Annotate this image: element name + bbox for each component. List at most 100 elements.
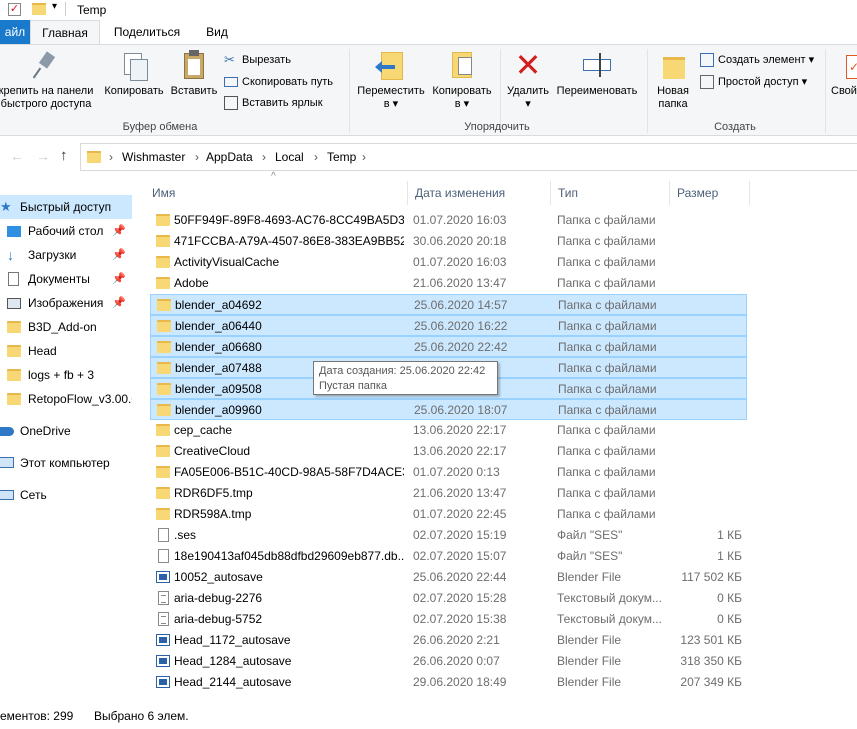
nav-item-label: Head — [28, 344, 57, 358]
copy-path-button[interactable]: Скопировать путь — [224, 73, 333, 91]
nav-item-head[interactable]: Head — [0, 339, 132, 363]
back-arrow-icon[interactable]: ← — [10, 148, 24, 164]
nav-network[interactable]: Сеть — [0, 483, 132, 507]
status-bar: ементов: 299 Выбрано 6 элем. — [0, 705, 857, 729]
properties-button[interactable]: ✓ Свой — [828, 49, 857, 98]
file-row[interactable]: Adobe 21.06.2020 13:47 Папка с файлами — [150, 273, 747, 294]
file-row[interactable]: ActivityVisualCache 01.07.2020 16:03 Папка… — [150, 252, 747, 273]
file-row[interactable]: 50FF949F-89F8-4693-AC76-8CC49BA5D352 01.0… — [150, 210, 747, 231]
tooltip-empty-folder: Пустая папка — [319, 380, 388, 392]
up-arrow-icon[interactable]: ↑ — [60, 147, 68, 164]
address-bar[interactable]: › Wishmaster › AppData › Local › Temp › — [80, 143, 857, 171]
delete-x-icon: ✕ — [514, 47, 542, 83]
folder-icon — [156, 508, 170, 520]
pin-quick-access-button[interactable]: крепить на панели быстрого доступа — [0, 49, 98, 111]
forward-arrow-icon[interactable]: → — [36, 148, 50, 164]
column-header-size[interactable]: Размер — [670, 181, 750, 205]
file-type: Папка с файлами — [557, 444, 656, 458]
folder-icon — [157, 341, 171, 353]
nav-item-pictures[interactable]: Изображения 📌 — [0, 291, 132, 315]
folder-icon — [7, 393, 21, 405]
file-row[interactable]: 18e190413af045db88dfbd29609eb877.db.... 0… — [150, 546, 747, 567]
file-row[interactable]: cep_cache 13.06.2020 22:17 Папка с файлами — [150, 420, 747, 441]
blender-file-icon — [156, 571, 170, 583]
nav-item-desktop[interactable]: Рабочий стол 📌 — [0, 219, 132, 243]
copy-to-button[interactable]: Копировать в ▾ — [428, 49, 496, 111]
organize-group-label: Упорядочить — [464, 121, 530, 133]
file-row[interactable]: RDR6DF5.tmp 21.06.2020 13:47 Папка с файла… — [150, 483, 747, 504]
easy-access-icon — [700, 75, 714, 90]
folder-icon[interactable] — [32, 3, 46, 15]
new-folder-button[interactable]: Новая папка — [652, 49, 694, 111]
chevron-right-icon[interactable]: › — [109, 150, 113, 164]
dropdown-icon[interactable]: ▾ — [52, 1, 57, 12]
nav-onedrive-label: OneDrive — [20, 424, 71, 438]
cut-button[interactable]: ✂ Вырезать — [224, 51, 291, 69]
paste-button[interactable]: Вставить — [168, 49, 220, 98]
tab-view[interactable]: Вид — [196, 20, 238, 44]
rename-button[interactable]: Переименовать — [552, 49, 642, 98]
file-row[interactable]: aria-debug-2276 02.07.2020 15:28 Текстовый… — [150, 588, 747, 609]
breadcrumb-wishmaster[interactable]: Wishmaster — [122, 150, 185, 164]
breadcrumb-local[interactable]: Local — [275, 150, 304, 164]
file-name: 50FF949F-89F8-4693-AC76-8CC49BA5D352 — [174, 213, 404, 227]
paste-shortcut-button[interactable]: Вставить ярлык — [224, 94, 323, 112]
chevron-right-icon[interactable]: › — [262, 150, 266, 164]
file-row[interactable]: Head_1284_autosave 26.06.2020 0:07 Blender… — [150, 651, 747, 672]
nav-this-pc[interactable]: Этот компьютер — [0, 451, 132, 475]
tab-file[interactable]: айл — [0, 20, 30, 44]
nav-item-label: RetopoFlow_v3.00.0 — [28, 392, 132, 406]
pin-icon: 📌 — [112, 225, 126, 237]
file-size: 117 502 КБ — [681, 570, 742, 584]
column-header-date[interactable]: Дата изменения — [408, 181, 551, 205]
file-row[interactable]: FA05E006-B51C-40CD-98A5-58F7D4ACE3... 01.… — [150, 462, 747, 483]
tab-home[interactable]: Главная — [30, 20, 100, 44]
nav-item-downloads[interactable]: ↓ Загрузки 📌 — [0, 243, 132, 267]
breadcrumb-appdata[interactable]: AppData — [206, 150, 253, 164]
file-row[interactable]: 471FCCBA-A79A-4507-86E8-383EA9BB52... 30.… — [150, 231, 747, 252]
folder-icon — [157, 383, 171, 395]
file-row[interactable]: Head_1172_autosave 26.06.2020 2:21 Blender… — [150, 630, 747, 651]
file-type: Папка с файлами — [558, 382, 657, 396]
nav-item-b3d-addon[interactable]: B3D_Add-on — [0, 315, 132, 339]
file-row[interactable]: CreativeCloud 13.06.2020 22:17 Папка с фай… — [150, 441, 747, 462]
file-row[interactable]: .ses 02.07.2020 15:19 Файл "SES" 1 КБ — [150, 525, 747, 546]
file-row[interactable]: blender_a06440 25.06.2020 16:22 Папка с фа… — [150, 315, 747, 336]
pin-icon: 📌 — [112, 273, 126, 285]
move-to-button[interactable]: Переместить в ▾ — [354, 49, 428, 111]
delete-button[interactable]: ✕ Удалить ▾ — [502, 49, 554, 111]
copy-button[interactable]: Копировать — [100, 49, 168, 98]
delete-label: Удалить — [507, 85, 549, 97]
file-name: 18e190413af045db88dfbd29609eb877.db.... — [174, 549, 404, 563]
breadcrumb-temp[interactable]: Temp — [327, 150, 356, 164]
copy-icon — [118, 49, 150, 81]
file-date: 25.06.2020 18:07 — [414, 403, 508, 417]
ribbon-separator — [825, 49, 826, 133]
file-row[interactable]: RDR598A.tmp 01.07.2020 22:45 Папка с файла… — [150, 504, 747, 525]
chevron-right-icon[interactable]: › — [314, 150, 318, 164]
tab-share[interactable]: Поделиться — [104, 20, 190, 44]
rename-label: Переименовать — [556, 85, 638, 97]
chevron-right-icon[interactable]: › — [195, 150, 199, 164]
file-row[interactable]: blender_a09960 25.06.2020 18:07 Папка с фа… — [150, 399, 747, 420]
file-row[interactable]: aria-debug-5752 02.07.2020 15:38 Текстовый… — [150, 609, 747, 630]
file-row[interactable]: blender_a06680 25.06.2020 22:42 Папка с фа… — [150, 336, 747, 357]
nav-item-documents[interactable]: Документы 📌 — [0, 267, 132, 291]
chevron-right-icon[interactable]: › — [362, 150, 366, 164]
nav-onedrive[interactable]: OneDrive — [0, 419, 132, 443]
folder-icon — [157, 404, 171, 416]
column-header-type[interactable]: Тип — [551, 181, 670, 205]
desktop-icon — [7, 226, 21, 237]
blender-file-icon — [156, 676, 170, 688]
nav-quick-access[interactable]: ★ Быстрый доступ — [0, 195, 132, 219]
new-item-button[interactable]: Создать элемент ▾ — [700, 51, 814, 69]
file-row[interactable]: blender_a04692 25.06.2020 14:57 Папка с фа… — [150, 294, 747, 315]
column-header-name[interactable]: Имя — [145, 181, 408, 205]
easy-access-button[interactable]: Простой доступ ▾ — [700, 73, 807, 91]
nav-item-retopoflow[interactable]: RetopoFlow_v3.00.0 — [0, 387, 132, 411]
nav-item-logs[interactable]: logs + fb + 3 — [0, 363, 132, 387]
scissors-icon: ✂ — [224, 52, 235, 68]
checkmark-icon[interactable]: ✓ — [8, 3, 21, 16]
file-row[interactable]: Head_2144_autosave 29.06.2020 18:49 Blende… — [150, 672, 747, 693]
file-row[interactable]: 10052_autosave 25.06.2020 22:44 Blender Fi… — [150, 567, 747, 588]
